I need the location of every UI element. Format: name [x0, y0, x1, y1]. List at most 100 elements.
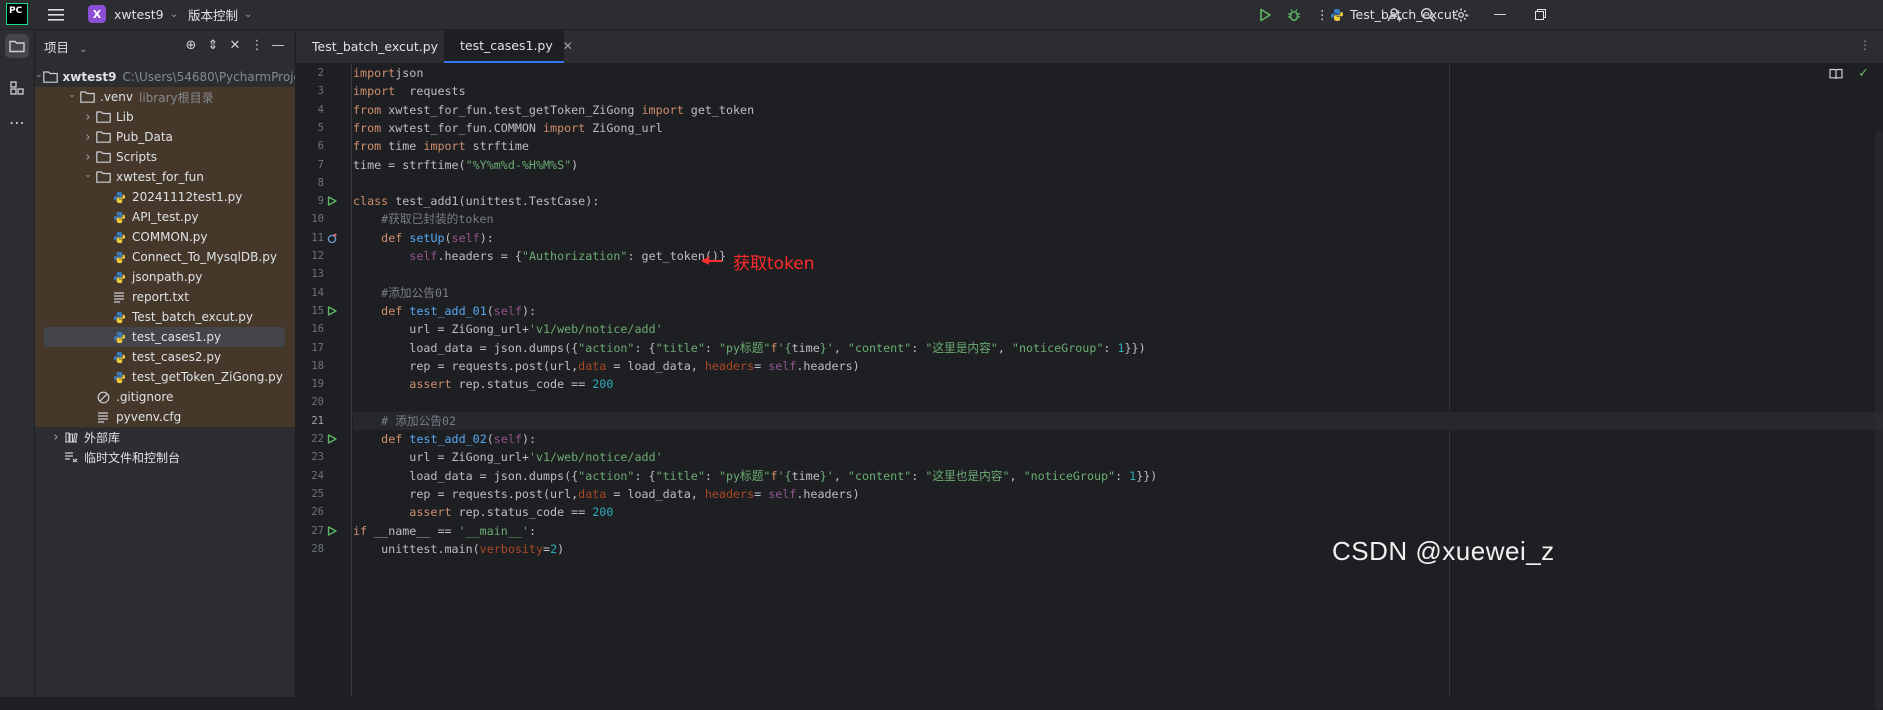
tree-item[interactable]: 20241112test1.py — [35, 187, 295, 207]
main-menu-icon[interactable] — [48, 0, 68, 29]
tree-item[interactable]: pyvenv.cfg — [35, 407, 295, 427]
code-line[interactable]: def test_add_01(self): — [353, 302, 1883, 320]
tree-item[interactable]: ⌄ .venv library根目录 — [35, 87, 295, 107]
tree-item[interactable]: ⌄ xwtest_for_fun — [35, 167, 295, 187]
code-line[interactable]: def test_add_02(self): — [353, 430, 1883, 448]
restore-icon[interactable] — [1520, 0, 1560, 29]
code-line[interactable]: import requests — [353, 82, 1883, 100]
tree-item[interactable]: Connect_To_MysqlDB.py — [35, 247, 295, 267]
code-line[interactable]: #添加公告01 — [353, 284, 1883, 302]
code-line[interactable]: load_data = json.dumps({"action": {"titl… — [353, 467, 1883, 485]
code-line[interactable]: from xwtest_for_fun.test_getToken_ZiGong… — [353, 101, 1883, 119]
tab-test-batch-excut[interactable]: Test_batch_excut.py — [296, 30, 444, 63]
scratches-icon — [63, 450, 79, 464]
chevron-right-icon[interactable]: › — [49, 430, 63, 445]
hide-panel-icon[interactable]: — — [270, 38, 286, 53]
code-token: , — [997, 340, 1012, 355]
code-line[interactable]: url = ZiGong_url+'v1/web/notice/add' — [353, 448, 1883, 466]
more-actions-icon[interactable]: ⋮ — [1316, 0, 1329, 29]
code-line[interactable]: #获取已封装的token — [353, 210, 1883, 228]
tree-item[interactable]: test_cases2.py — [35, 347, 295, 367]
code-line[interactable]: importjson — [353, 64, 1883, 82]
tab-test-cases1[interactable]: test_cases1.py ✕ — [444, 30, 573, 63]
project-folder-icon[interactable] — [5, 34, 29, 58]
code-token: test_add1(unittest.TestCase): — [388, 194, 600, 209]
chevron-right-icon[interactable]: › — [81, 130, 95, 145]
reader-mode-icon[interactable] — [1829, 68, 1843, 83]
project-switcher[interactable]: xwtest9 ⌄ — [114, 0, 178, 29]
code-line[interactable]: unittest.main(verbosity=2) — [353, 540, 1883, 558]
tree-item[interactable]: › Lib — [35, 107, 295, 127]
editor-scrollbar[interactable] — [1875, 130, 1883, 710]
chevron-right-icon[interactable]: › — [81, 150, 95, 165]
folder-icon — [79, 90, 95, 104]
code-line[interactable] — [353, 174, 1883, 192]
tool-window-strip: ⋯ — [0, 30, 35, 697]
inspection-ok-icon[interactable]: ✓ — [1858, 66, 1869, 81]
tree-item[interactable]: › Pub_Data — [35, 127, 295, 147]
override-method-icon[interactable] — [327, 232, 337, 243]
code-line[interactable]: from xwtest_for_fun.COMMON import ZiGong… — [353, 119, 1883, 137]
code-line[interactable]: load_data = json.dumps({"action": {"titl… — [353, 339, 1883, 357]
run-gutter-icon[interactable] — [327, 525, 337, 536]
collapse-all-icon[interactable]: ✕ — [227, 38, 243, 53]
tree-item[interactable]: report.txt — [35, 287, 295, 307]
expand-all-icon[interactable]: ⇕ — [205, 38, 221, 53]
tree-item[interactable]: Test_batch_excut.py — [35, 307, 295, 327]
code-token: #添加公告01 — [381, 285, 450, 300]
code-line[interactable] — [353, 265, 1883, 283]
tree-item[interactable]: API_test.py — [35, 207, 295, 227]
run-gutter-icon[interactable] — [327, 196, 337, 206]
chevron-right-icon[interactable]: › — [81, 110, 95, 125]
tree-item[interactable]: ⌄ xwtest9 C:\Users\54680\PycharmProjects\x… — [35, 67, 295, 87]
code-line[interactable]: if __name__ == '__main__': — [353, 522, 1883, 540]
tree-item[interactable]: jsonpath.py — [35, 267, 295, 287]
tree-item-label: pyvenv.cfg — [116, 410, 182, 424]
settings-gear-icon[interactable] — [1453, 0, 1469, 29]
vcs-menu[interactable]: 版本控制 ⌄ — [188, 0, 252, 29]
code-line[interactable]: rep = requests.post(url,data = load_data… — [353, 485, 1883, 503]
tree-item[interactable]: test_getToken_ZiGong.py — [35, 367, 295, 387]
options-icon[interactable]: ⋮ — [249, 38, 265, 53]
project-badge: X — [88, 5, 106, 23]
code-line[interactable] — [353, 393, 1883, 411]
structure-icon[interactable] — [5, 76, 29, 100]
tab-label: Test_batch_excut.py — [312, 39, 439, 54]
code-line[interactable]: # 添加公告02 — [353, 411, 1883, 430]
code-token: = — [754, 358, 769, 373]
project-panel-title[interactable]: 项目 ⌄ — [44, 37, 87, 56]
add-user-icon[interactable] — [1387, 0, 1403, 29]
code-line[interactable]: url = ZiGong_url+'v1/web/notice/add' — [353, 320, 1883, 338]
tabs-more-icon[interactable]: ⋮ — [1859, 38, 1871, 52]
code-token: from — [353, 102, 382, 117]
run-icon — [1260, 8, 1271, 21]
search-icon[interactable] — [1420, 0, 1436, 29]
code-line[interactable]: assert rep.status_code == 200 — [353, 375, 1883, 393]
close-icon[interactable]: ✕ — [563, 39, 573, 53]
code-token: 200 — [592, 377, 614, 392]
minimize-icon[interactable]: — — [1480, 0, 1520, 29]
tree-item[interactable]: 临时文件和控制台 — [35, 447, 295, 467]
code-line[interactable]: time = strftime("%Y%m%d-%H%M%S") — [353, 156, 1883, 174]
more-tools-icon[interactable]: ⋯ — [5, 110, 29, 134]
chevron-down-icon[interactable]: ⌄ — [35, 70, 43, 80]
code-line[interactable]: assert rep.status_code == 200 — [353, 503, 1883, 521]
run-gutter-icon[interactable] — [327, 434, 337, 444]
tree-item-label: jsonpath.py — [132, 270, 203, 284]
run-button[interactable] — [1258, 0, 1272, 29]
tree-item[interactable]: › Scripts — [35, 147, 295, 167]
code-line[interactable]: self.headers = {"Authorization": get_tok… — [353, 247, 1883, 265]
run-gutter-icon[interactable] — [327, 306, 337, 316]
code-line[interactable]: from time import strftime — [353, 137, 1883, 155]
debug-button[interactable] — [1287, 0, 1301, 29]
locate-icon[interactable]: ⊕ — [183, 38, 199, 53]
chevron-down-icon[interactable]: ⌄ — [65, 90, 79, 100]
code-line[interactable]: class test_add1(unittest.TestCase): — [353, 192, 1883, 210]
code-line[interactable]: def setUp(self): — [353, 229, 1883, 247]
tree-item[interactable]: .gitignore — [35, 387, 295, 407]
tree-item[interactable]: test_cases1.py — [35, 327, 295, 347]
tree-item[interactable]: › 外部库 — [35, 427, 295, 447]
tree-item[interactable]: COMMON.py — [35, 227, 295, 247]
code-line[interactable]: rep = requests.post(url,data = load_data… — [353, 357, 1883, 375]
chevron-down-icon[interactable]: ⌄ — [81, 170, 95, 180]
